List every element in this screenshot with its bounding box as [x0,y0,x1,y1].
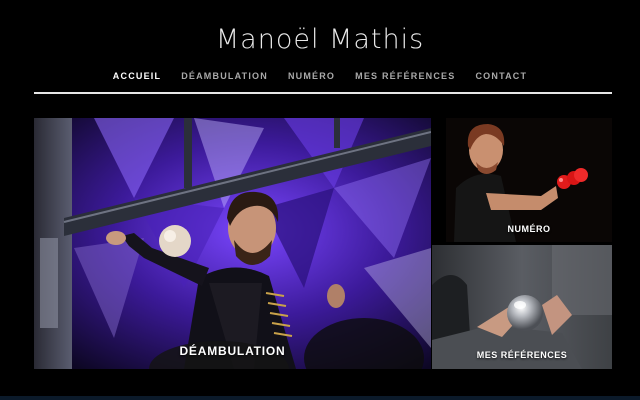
nav-item-numero[interactable]: NUMÉRO [288,71,335,81]
tile-mes-references[interactable]: MES RÉFÉRENCES [432,245,612,369]
nav-item-contact[interactable]: CONTACT [475,71,527,81]
hero-tile-label: DÉAMBULATION [179,344,286,358]
nav-divider [34,92,612,94]
tile-numero-label: NUMÉRO [507,224,551,234]
page-bottom-edge [0,396,640,400]
nav-item-accueil[interactable]: ACCUEIL [113,71,161,81]
nav-item-mes-references[interactable]: MES RÉFÉRENCES [355,71,455,81]
site-title[interactable]: Manoël Mathis [0,24,640,55]
nav-item-deambulation[interactable]: DÉAMBULATION [181,71,268,81]
main-nav: ACCUEIL DÉAMBULATION NUMÉRO MES RÉFÉRENC… [0,71,640,81]
hero-image [34,118,431,369]
hero-tile-deambulation[interactable]: DÉAMBULATION [34,118,431,369]
tile-mes-references-label: MES RÉFÉRENCES [476,350,568,360]
tile-numero[interactable]: NUMÉRO [446,118,612,242]
